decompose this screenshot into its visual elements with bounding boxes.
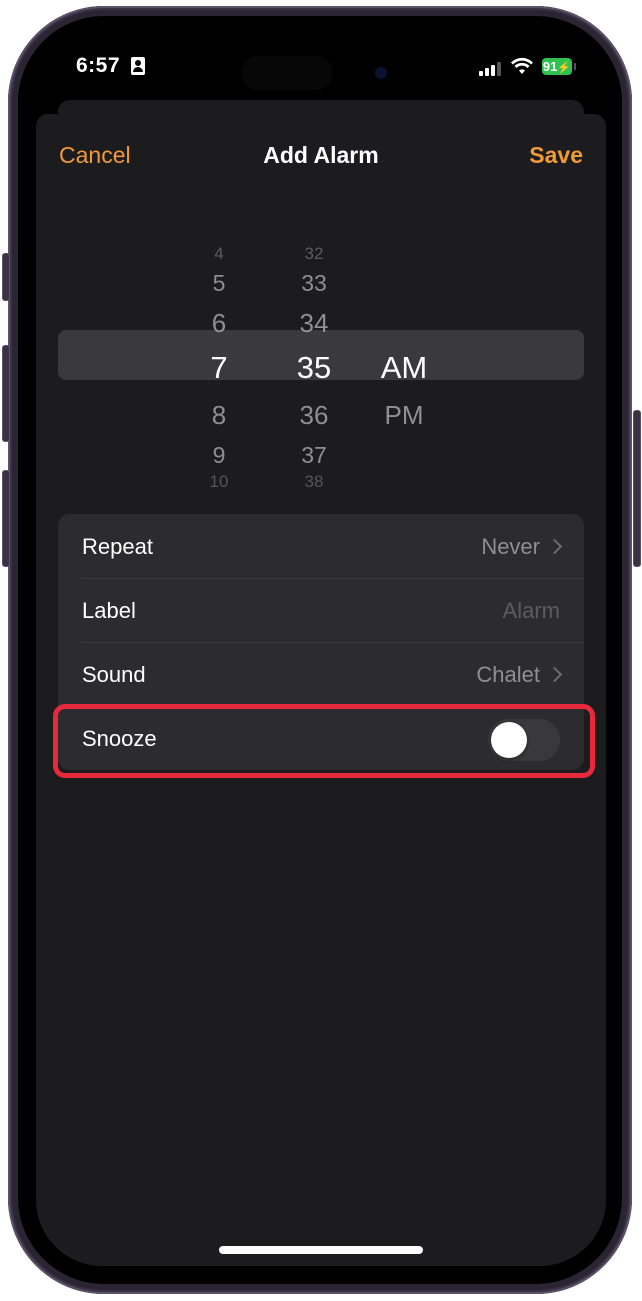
bolt-icon: ⚡ xyxy=(557,62,572,74)
battery-charging-icon: 91⚡ xyxy=(542,58,572,75)
minute-option[interactable]: 33 xyxy=(274,270,354,297)
hour-option[interactable]: 4 xyxy=(179,244,259,264)
page-title: Add Alarm xyxy=(263,142,379,168)
period-selected[interactable]: AM xyxy=(364,350,444,386)
status-bar: 6:57 91⚡ xyxy=(36,34,606,94)
time-picker[interactable]: 4 5 6 7 8 9 10 32 33 34 35 36 37 38 AM P… xyxy=(36,214,606,494)
repeat-row[interactable]: Repeat Never xyxy=(58,514,584,578)
minute-selected[interactable]: 35 xyxy=(274,350,354,386)
wifi-icon xyxy=(511,57,533,74)
cellular-signal-icon xyxy=(479,62,503,76)
battery-tip xyxy=(574,63,576,70)
minute-option[interactable]: 34 xyxy=(274,308,354,339)
dynamic-island xyxy=(241,56,333,90)
battery-level: 91 xyxy=(542,59,558,74)
add-alarm-sheet: Cancel Add Alarm Save 4 5 6 7 8 9 10 32 … xyxy=(36,114,606,1266)
alarm-settings-list: Repeat Never Label Alarm Sound Chalet Sn… xyxy=(58,514,584,770)
sound-row[interactable]: Sound Chalet xyxy=(58,642,584,706)
sound-label: Sound xyxy=(82,662,146,687)
label-label: Label xyxy=(82,598,136,623)
person-badge-icon xyxy=(131,57,145,75)
repeat-label: Repeat xyxy=(82,534,153,559)
volume-down-button xyxy=(2,470,10,567)
volume-up-button xyxy=(2,345,10,442)
screen: 6:57 91⚡ Cancel Add Alarm Save 4 5 6 7 8… xyxy=(36,34,606,1266)
period-option[interactable]: PM xyxy=(364,400,444,431)
power-button xyxy=(633,410,641,567)
hour-option[interactable]: 9 xyxy=(179,442,259,469)
minute-option[interactable]: 36 xyxy=(274,400,354,431)
minute-option[interactable]: 38 xyxy=(274,472,354,492)
sound-value: Chalet xyxy=(476,662,540,687)
minute-option[interactable]: 37 xyxy=(274,442,354,469)
repeat-value: Never xyxy=(481,534,540,559)
hour-selected[interactable]: 7 xyxy=(179,350,259,386)
camera-icon xyxy=(375,67,387,79)
hour-option[interactable]: 10 xyxy=(179,472,259,492)
chevron-right-icon xyxy=(546,538,563,555)
home-indicator xyxy=(219,1246,423,1254)
chevron-right-icon xyxy=(546,666,563,683)
toggle-knob xyxy=(491,722,527,758)
snooze-toggle[interactable] xyxy=(488,719,560,761)
hour-option[interactable]: 5 xyxy=(179,270,259,297)
action-button xyxy=(2,253,10,301)
hour-option[interactable]: 6 xyxy=(179,308,259,339)
label-input[interactable]: Alarm xyxy=(503,598,560,624)
snooze-row: Snooze xyxy=(58,706,584,770)
save-button[interactable]: Save xyxy=(529,142,583,169)
snooze-label: Snooze xyxy=(82,726,157,751)
hour-option[interactable]: 8 xyxy=(179,400,259,431)
status-time: 6:57 xyxy=(76,54,121,77)
minute-option[interactable]: 32 xyxy=(274,244,354,264)
label-row[interactable]: Label Alarm xyxy=(58,578,584,642)
